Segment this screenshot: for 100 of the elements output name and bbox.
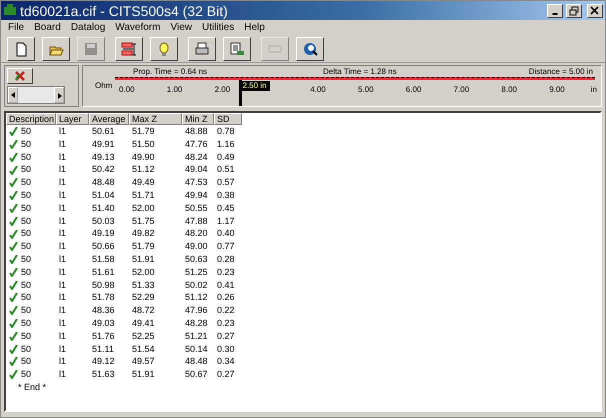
toolbar-button[interactable] bbox=[42, 36, 70, 60]
scroll-bar[interactable] bbox=[7, 86, 65, 104]
table-cell: 50 bbox=[21, 216, 32, 226]
cross-icon bbox=[14, 70, 26, 82]
table-cell-text: 51.11 bbox=[91, 342, 115, 356]
window-title: td60021a.cif - CITS500s4 (32 Bit) bbox=[20, 2, 228, 18]
menu-item[interactable]: Help bbox=[239, 21, 270, 34]
table-cell-text: 50.42 bbox=[91, 163, 116, 176]
tick-label: 8.00 bbox=[501, 85, 517, 94]
table-cell-text: 1.17 bbox=[216, 214, 236, 228]
table-cell-text: 0.34 bbox=[216, 355, 236, 368]
table-cell-text: 52.00 bbox=[131, 202, 156, 215]
table-cell-text: 51.54 bbox=[131, 342, 156, 356]
table-cell-text: 51.58 bbox=[91, 252, 116, 266]
tick-label: 4.00 bbox=[310, 85, 326, 94]
table-cell-text: 50.02 bbox=[184, 278, 209, 292]
table-cell-text: 49.49 bbox=[131, 176, 156, 189]
document-icon bbox=[229, 40, 245, 56]
tick-label: 2.00 bbox=[214, 85, 230, 94]
minimize-button[interactable] bbox=[546, 4, 563, 18]
table-cell-text: l1 bbox=[58, 291, 68, 304]
column-header[interactable]: SD bbox=[214, 113, 242, 125]
table-cell-text: 49.13 bbox=[91, 150, 116, 164]
column-header[interactable]: Min Z bbox=[182, 113, 214, 125]
table-cell-text: l1 bbox=[58, 202, 68, 215]
table-cell-text: 51.71 bbox=[131, 188, 156, 202]
menu-item[interactable]: File bbox=[3, 21, 30, 34]
table-cell-text: 49.04 bbox=[184, 163, 209, 176]
menu-item[interactable]: View bbox=[165, 21, 197, 34]
table-cell: 50 bbox=[21, 241, 32, 252]
table-cell-text: 47.76 bbox=[184, 138, 209, 151]
table-cell-text: l1 bbox=[58, 342, 68, 356]
table-cell-text: 49.57 bbox=[131, 355, 156, 368]
table-cell-text: 50.67 bbox=[184, 368, 209, 381]
table-cell-text: l1 bbox=[58, 252, 68, 266]
close-button[interactable] bbox=[587, 4, 603, 18]
table-cell-text: 50.61 bbox=[91, 125, 116, 138]
close-icon bbox=[590, 6, 600, 16]
toolbar-button[interactable] bbox=[188, 36, 216, 60]
table-cell-text: 0.40 bbox=[216, 227, 236, 240]
tick-label: 6.00 bbox=[406, 85, 422, 94]
table-cell-text: 0.45 bbox=[216, 202, 236, 215]
table-cell-text: l1 bbox=[58, 330, 68, 343]
table-cell-text: 49.00 bbox=[184, 240, 209, 253]
table-cell-text: 51.79 bbox=[131, 125, 156, 138]
table-cell-text: 48.20 bbox=[184, 227, 209, 240]
table-cell-text: l1 bbox=[58, 214, 68, 228]
toolbar-button[interactable] bbox=[223, 36, 251, 60]
table-cell-text: 51.76 bbox=[91, 330, 116, 343]
menu-item[interactable]: Board bbox=[29, 21, 66, 34]
table-cell-text: l1 bbox=[58, 150, 68, 164]
restore-button[interactable] bbox=[566, 4, 582, 18]
table-cell: 50 bbox=[21, 266, 32, 277]
table-cell-text: 50.55 bbox=[184, 202, 209, 215]
table-cell-text: 49.90 bbox=[131, 150, 156, 164]
tick-label: 9.00 bbox=[549, 85, 565, 94]
table-cell-text: 48.48 bbox=[184, 355, 209, 368]
delete-button[interactable] bbox=[7, 68, 33, 84]
table-cell-text: 48.28 bbox=[184, 316, 209, 330]
table-cell-text: 0.27 bbox=[216, 330, 236, 343]
toolbar-button[interactable] bbox=[296, 36, 324, 60]
table-cell-text: 49.12 bbox=[91, 355, 116, 368]
app-icon bbox=[3, 4, 17, 18]
table-cell: 50 bbox=[21, 228, 32, 238]
toolbar-button[interactable] bbox=[115, 36, 143, 60]
table-cell-text: l1 bbox=[58, 304, 68, 317]
table-cell-text: 49.03 bbox=[91, 316, 116, 330]
table-cell-text: l1 bbox=[58, 188, 68, 202]
table-cell-text: 1.16 bbox=[216, 138, 236, 151]
tick-label: 7.00 bbox=[454, 85, 470, 94]
table-cell-text: 51.12 bbox=[184, 291, 209, 304]
table-cell-text: 51.33 bbox=[131, 278, 156, 292]
table-cell-text: l1 bbox=[58, 316, 68, 330]
table-cell-text: 51.91 bbox=[131, 252, 156, 266]
axis-unit-label: Ohm bbox=[95, 81, 112, 90]
table-cell: 50 bbox=[21, 190, 32, 200]
restore-icon bbox=[568, 6, 579, 16]
table-cell-text: 48.36 bbox=[91, 304, 116, 317]
table-cell-text: 49.82 bbox=[131, 227, 156, 240]
table-cell-text: 49.91 bbox=[91, 138, 116, 151]
toolbar-button[interactable] bbox=[7, 36, 35, 60]
table-cell-text: 0.23 bbox=[216, 266, 236, 279]
column-header[interactable]: Average bbox=[89, 113, 129, 125]
table-cell-text: 0.22 bbox=[216, 304, 236, 317]
table-cell-text: l1 bbox=[58, 125, 68, 138]
menu-item[interactable]: Datalog bbox=[66, 21, 110, 34]
column-header[interactable]: Max Z bbox=[129, 113, 182, 125]
table-cell-text: 48.48 bbox=[91, 176, 116, 189]
column-header[interactable]: Layer bbox=[56, 113, 89, 125]
table-cell-text: 51.78 bbox=[91, 291, 116, 304]
table-cell-text: 0.77 bbox=[216, 240, 236, 253]
menu-item[interactable]: Utilities bbox=[196, 21, 240, 34]
table-cell-text: 51.91 bbox=[131, 368, 156, 381]
table-cell-text: 0.26 bbox=[216, 291, 236, 304]
column-header[interactable]: Description bbox=[6, 113, 56, 125]
table-cell-text: 52.00 bbox=[131, 266, 156, 279]
menu-item[interactable]: Waveform bbox=[110, 21, 166, 34]
table-cell: 50 bbox=[21, 344, 32, 354]
toolbar-button[interactable] bbox=[150, 36, 178, 60]
table-cell: 50 bbox=[21, 177, 32, 188]
